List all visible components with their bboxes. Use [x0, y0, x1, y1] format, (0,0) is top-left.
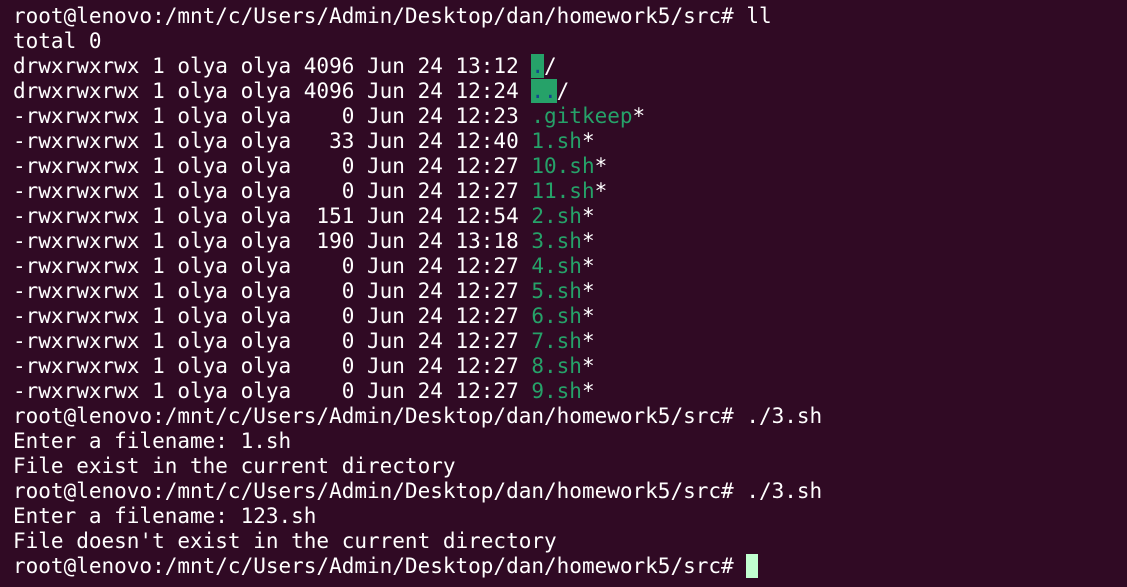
prompt-line: root@lenovo:/mnt/c/Users/Admin/Desktop/d…: [13, 479, 1127, 504]
prompt-text: root@lenovo:/mnt/c/Users/Admin/Desktop/d…: [13, 404, 747, 428]
file-name: 7.sh: [531, 329, 582, 353]
file-suffix: *: [581, 354, 595, 378]
file-suffix: *: [581, 304, 595, 328]
text-cursor[interactable]: [746, 554, 759, 578]
listing-row: -rwxrwxrwx 1 olya olya 190 Jun 24 13:18 …: [13, 229, 1127, 254]
listing-row: -rwxrwxrwx 1 olya olya 0 Jun 24 12:23 .g…: [13, 104, 1127, 129]
file-suffix: *: [581, 279, 595, 303]
file-suffix: *: [581, 204, 595, 228]
file-name: 8.sh: [531, 354, 582, 378]
output-line: Enter a filename: 1.sh: [13, 429, 292, 453]
file-suffix: *: [594, 154, 608, 178]
file-suffix: /: [544, 54, 557, 78]
command-text: ll: [746, 4, 772, 28]
file-name: 2.sh: [531, 204, 582, 228]
file-meta: -rwxrwxrwx 1 olya olya 151 Jun 24 12:54: [13, 204, 532, 228]
listing-row: -rwxrwxrwx 1 olya olya 0 Jun 24 12:27 9.…: [13, 379, 1127, 404]
file-meta: -rwxrwxrwx 1 olya olya 0 Jun 24 12:27: [13, 304, 532, 328]
file-meta: -rwxrwxrwx 1 olya olya 0 Jun 24 12:27: [13, 354, 532, 378]
file-meta: -rwxrwxrwx 1 olya olya 0 Jun 24 12:23: [13, 104, 532, 128]
output-line: Enter a filename: 123.sh: [13, 504, 317, 528]
file-name: .: [531, 54, 545, 78]
file-name: 10.sh: [531, 154, 595, 178]
command-text: ./3.sh: [746, 404, 823, 428]
listing-row: -rwxrwxrwx 1 olya olya 0 Jun 24 12:27 5.…: [13, 279, 1127, 304]
scroll-clip: [0, 0, 1127, 4]
file-name: 9.sh: [531, 379, 582, 403]
file-suffix: *: [632, 104, 646, 128]
file-name: 6.sh: [531, 304, 582, 328]
listing-row: -rwxrwxrwx 1 olya olya 0 Jun 24 12:27 10…: [13, 154, 1127, 179]
file-name: 11.sh: [531, 179, 595, 203]
listing-row: drwxrwxrwx 1 olya olya 4096 Jun 24 12:24…: [13, 79, 1127, 104]
file-meta: -rwxrwxrwx 1 olya olya 33 Jun 24 12:40: [13, 129, 532, 153]
prompt-line: root@lenovo:/mnt/c/Users/Admin/Desktop/d…: [13, 404, 1127, 429]
file-meta: -rwxrwxrwx 1 olya olya 0 Jun 24 12:27: [13, 379, 532, 403]
file-suffix: *: [594, 179, 608, 203]
file-suffix: *: [581, 329, 595, 353]
file-meta: drwxrwxrwx 1 olya olya 4096 Jun 24 13:12: [13, 54, 532, 78]
file-name: ..: [531, 79, 557, 103]
listing-row: -rwxrwxrwx 1 olya olya 0 Jun 24 12:27 6.…: [13, 304, 1127, 329]
listing-row: -rwxrwxrwx 1 olya olya 151 Jun 24 12:54 …: [13, 204, 1127, 229]
prompt-text: root@lenovo:/mnt/c/Users/Admin/Desktop/d…: [13, 4, 747, 28]
active-prompt-line[interactable]: root@lenovo:/mnt/c/Users/Admin/Desktop/d…: [13, 554, 1127, 579]
file-meta: -rwxrwxrwx 1 olya olya 0 Jun 24 12:27: [13, 179, 532, 203]
file-name: 5.sh: [531, 279, 582, 303]
prompt-text: root@lenovo:/mnt/c/Users/Admin/Desktop/d…: [13, 554, 747, 578]
file-suffix: *: [581, 229, 595, 253]
file-suffix: *: [581, 254, 595, 278]
file-suffix: /: [556, 79, 570, 103]
listing-row: -rwxrwxrwx 1 olya olya 0 Jun 24 12:27 7.…: [13, 329, 1127, 354]
command-text: ./3.sh: [746, 479, 823, 503]
prompt-line: root@lenovo:/mnt/c/Users/Admin/Desktop/d…: [13, 4, 1127, 29]
listing-row: -rwxrwxrwx 1 olya olya 33 Jun 24 12:40 1…: [13, 129, 1127, 154]
file-meta: -rwxrwxrwx 1 olya olya 190 Jun 24 13:18: [13, 229, 532, 253]
file-meta: -rwxrwxrwx 1 olya olya 0 Jun 24 12:27: [13, 254, 532, 278]
file-name: 1.sh: [531, 129, 582, 153]
file-name: .gitkeep: [531, 104, 633, 128]
file-meta: -rwxrwxrwx 1 olya olya 0 Jun 24 12:27: [13, 154, 532, 178]
file-suffix: *: [581, 379, 595, 403]
listing-row: -rwxrwxrwx 1 olya olya 0 Jun 24 12:27 8.…: [13, 354, 1127, 379]
listing-row: drwxrwxrwx 1 olya olya 4096 Jun 24 13:12…: [13, 54, 1127, 79]
file-meta: drwxrwxrwx 1 olya olya 4096 Jun 24 12:24: [13, 79, 532, 103]
file-meta: -rwxrwxrwx 1 olya olya 0 Jun 24 12:27: [13, 279, 532, 303]
output-line: total 0: [13, 29, 102, 53]
listing-row: -rwxrwxrwx 1 olya olya 0 Jun 24 12:27 4.…: [13, 254, 1127, 279]
output-line: File exist in the current directory: [13, 454, 456, 478]
file-suffix: *: [581, 129, 595, 153]
file-meta: -rwxrwxrwx 1 olya olya 0 Jun 24 12:27: [13, 329, 532, 353]
file-name: 4.sh: [531, 254, 582, 278]
output-line: File doesn't exist in the current direct…: [13, 529, 557, 553]
file-name: 3.sh: [531, 229, 582, 253]
terminal-window[interactable]: root@lenovo:/mnt/c/Users/Admin/Desktop/d…: [0, 0, 1127, 587]
listing-row: -rwxrwxrwx 1 olya olya 0 Jun 24 12:27 11…: [13, 179, 1127, 204]
prompt-text: root@lenovo:/mnt/c/Users/Admin/Desktop/d…: [13, 479, 747, 503]
